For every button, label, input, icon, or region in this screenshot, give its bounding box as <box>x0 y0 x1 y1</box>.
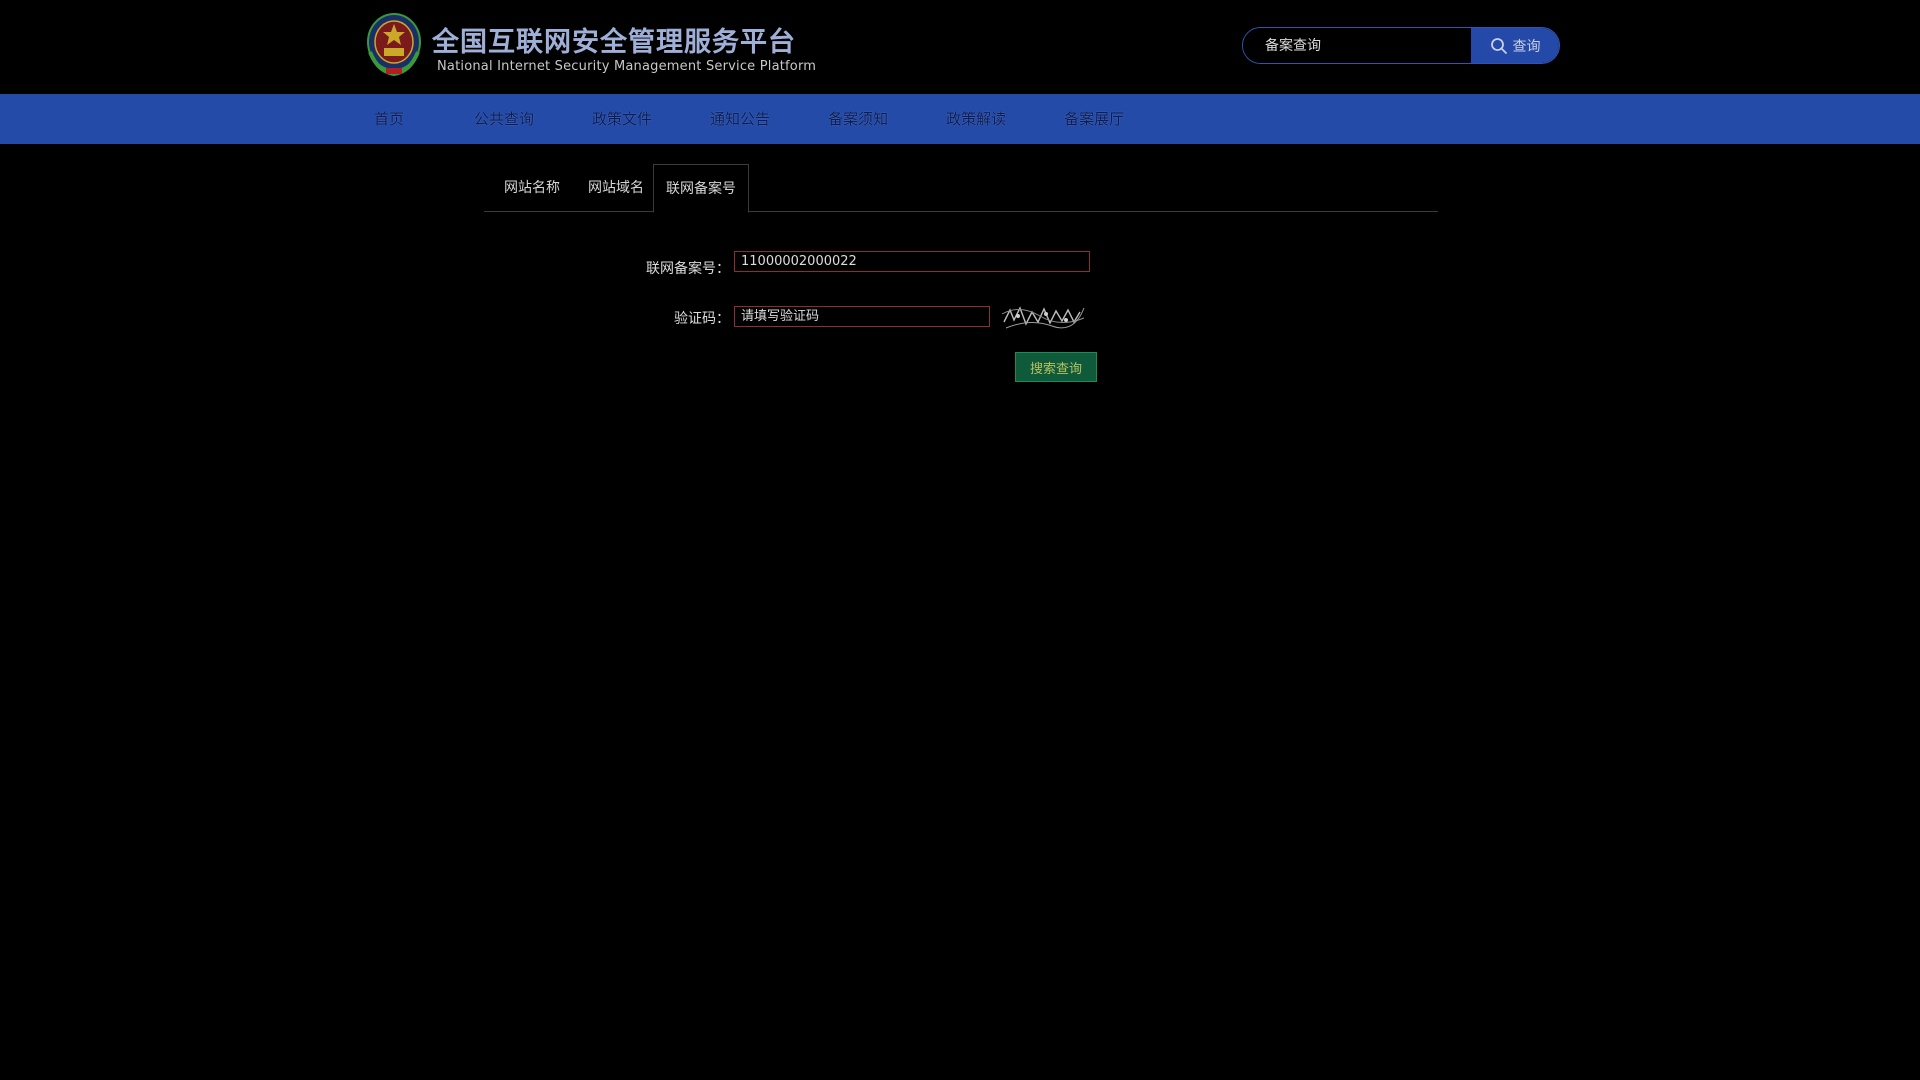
header: 全国互联网安全管理服务平台 National Internet Security… <box>0 0 1920 94</box>
tab-site-name[interactable]: 网站名称 <box>492 164 572 212</box>
nav-item-notices[interactable]: 通知公告 <box>710 94 770 144</box>
header-search: 查询 <box>1242 27 1560 64</box>
page: 全国互联网安全管理服务平台 National Internet Security… <box>0 0 1920 1080</box>
search-button-label: 查询 <box>1512 38 1541 55</box>
captcha-label: 验证码： <box>674 311 730 327</box>
nav-item-policy-documents[interactable]: 政策文件 <box>592 94 652 144</box>
main-nav: 首页 公共查询 政策文件 通知公告 备案须知 政策解读 备案展厅 <box>0 94 1920 144</box>
site-title: 全国互联网安全管理服务平台 <box>432 27 796 58</box>
police-emblem-icon[interactable] <box>364 12 424 78</box>
record-number-input[interactable] <box>734 251 1090 272</box>
submit-query-button[interactable]: 搜索查询 <box>1015 352 1097 382</box>
tab-site-domain[interactable]: 网站域名 <box>576 164 656 212</box>
nav-item-public-query[interactable]: 公共查询 <box>474 94 534 144</box>
nav-item-policy-interpretation[interactable]: 政策解读 <box>946 94 1006 144</box>
search-input[interactable] <box>1243 28 1471 63</box>
captcha-image[interactable] <box>1000 300 1086 332</box>
captcha-input[interactable] <box>734 306 990 327</box>
nav-item-home[interactable]: 首页 <box>374 94 404 144</box>
record-number-label: 联网备案号： <box>646 261 730 277</box>
nav-item-filing-hall[interactable]: 备案展厅 <box>1064 94 1124 144</box>
tab-record-number[interactable]: 联网备案号 <box>653 164 749 213</box>
nav-item-filing-guide[interactable]: 备案须知 <box>828 94 888 144</box>
search-icon <box>1490 37 1507 54</box>
nav-list: 首页 公共查询 政策文件 通知公告 备案须知 政策解读 备案展厅 <box>374 94 1124 144</box>
search-button[interactable]: 查询 <box>1471 28 1559 63</box>
site-subtitle: National Internet Security Management Se… <box>437 59 817 74</box>
query-tabs: 网站名称 网站域名 联网备案号 <box>484 164 1438 213</box>
